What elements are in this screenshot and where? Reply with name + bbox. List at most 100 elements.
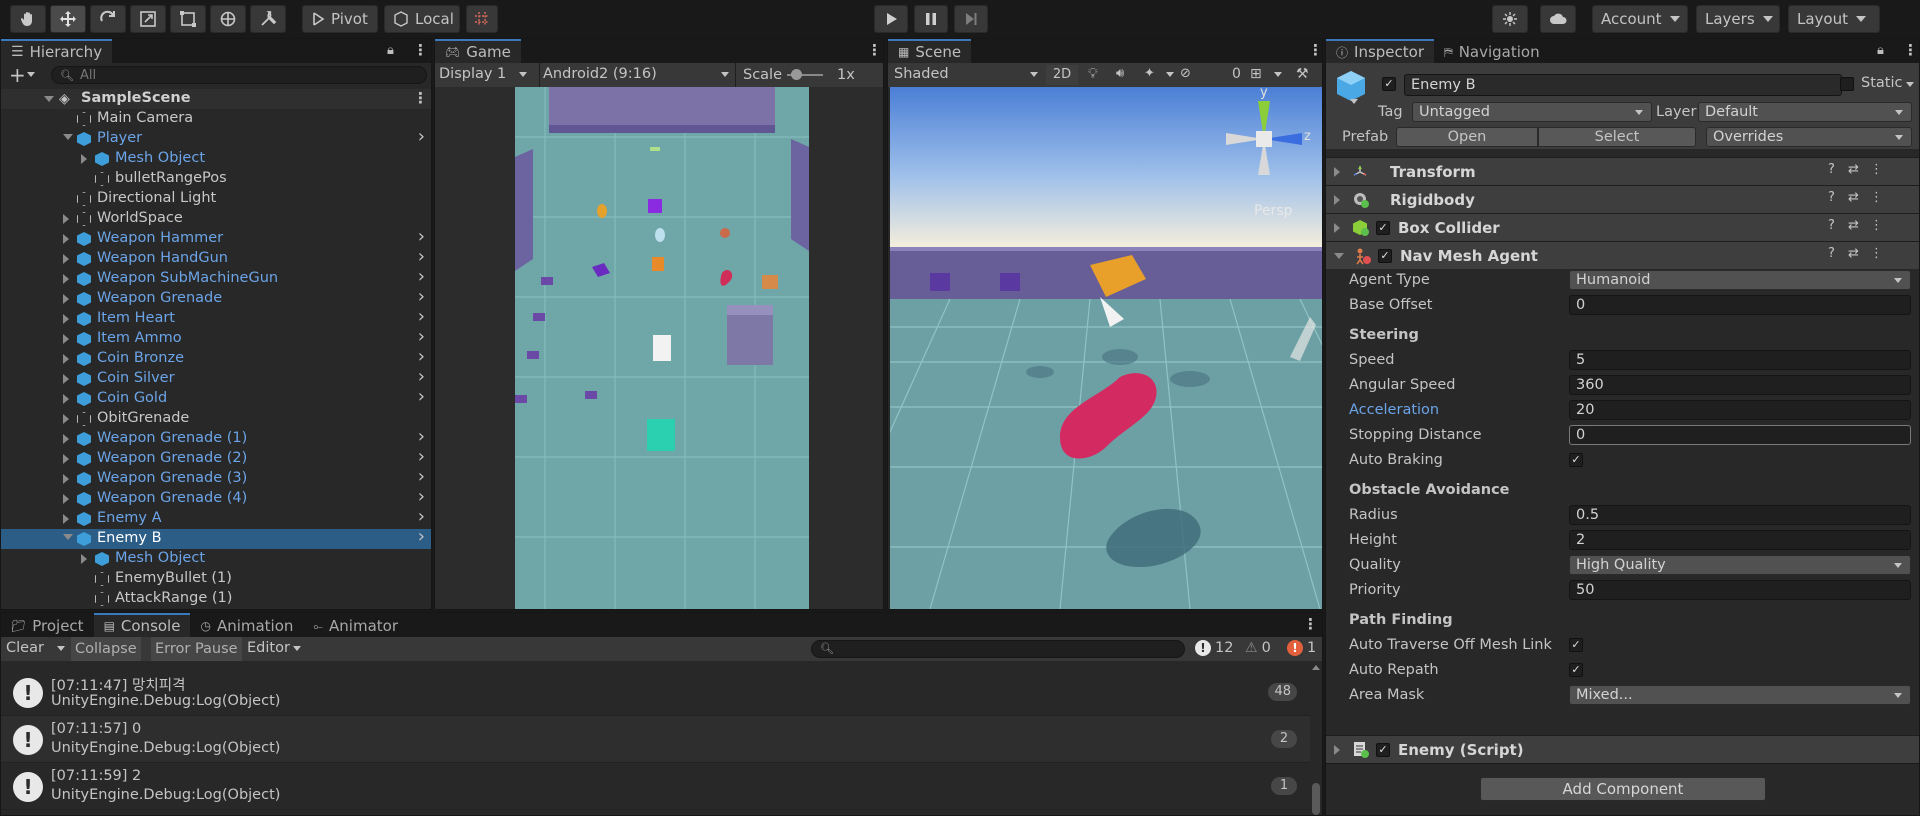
local-toggle[interactable]: Local [384,5,460,33]
hierarchy-item[interactable]: Directional Light [1,189,431,209]
expand-arrow-icon[interactable] [1334,744,1340,755]
audio-icon[interactable]: 🔊︎ [1116,66,1124,81]
chevron-down-icon[interactable] [1906,82,1914,87]
active-checkbox[interactable]: ✓ [1382,77,1396,91]
presets-icon[interactable]: ⇄ [1848,246,1859,261]
custom-tool-button[interactable] [250,5,286,33]
expand-arrow-icon[interactable] [63,414,69,424]
help-icon[interactable]: ? [1828,162,1835,177]
expand-arrow-icon[interactable] [63,474,69,484]
hierarchy-item[interactable]: Weapon Grenade (1) › [1,426,431,449]
hierarchy-item[interactable]: Mesh Object [1,149,431,169]
shading-dropdown[interactable]: Shaded [894,66,949,82]
open-prefab-chevron-icon[interactable]: › [418,346,425,367]
agent-type-dropdown[interactable]: Humanoid [1569,270,1911,290]
expand-arrow-icon[interactable] [63,314,69,324]
expand-arrow-icon[interactable] [1334,222,1340,233]
hierarchy-item[interactable]: Coin Bronze › [1,346,431,369]
tab-inspector[interactable]: ⓘ Inspector [1326,39,1434,63]
chevron-down-icon[interactable] [1274,72,1282,77]
collapse-arrow-icon[interactable] [1334,252,1344,259]
chevron-down-icon[interactable] [519,72,527,77]
help-icon[interactable]: ? [1828,190,1835,205]
expand-arrow-icon[interactable] [63,254,69,264]
prefab-select-button[interactable]: Select [1538,127,1696,147]
expand-arrow-icon[interactable] [63,234,69,244]
tools-icon[interactable]: ⚒ [1296,66,1309,82]
stopping-distance-input[interactable]: 0 [1569,425,1911,445]
expand-arrow-icon[interactable] [63,334,69,344]
warning-count-toggle[interactable]: ⚠ 0 [1245,640,1271,656]
hierarchy-item[interactable]: AttackRange (1) [1,589,431,609]
add-icon[interactable]: + [9,63,26,87]
gizmos-icon[interactable]: ⊞ [1250,66,1262,82]
scroll-up-icon[interactable] [1312,665,1320,670]
open-prefab-chevron-icon[interactable]: › [418,286,425,307]
hierarchy-item[interactable]: bulletRangePos [1,169,431,189]
chevron-down-icon[interactable] [1166,72,1174,77]
tab-animation[interactable]: ◷ Animation [190,613,304,637]
more-options-icon[interactable]: ⋮ [867,41,882,59]
hierarchy-item[interactable]: Weapon SubMachineGun › [1,266,431,289]
settings-button[interactable] [1492,5,1528,33]
tab-navigation[interactable]: ⛿ Navigation [1433,39,1550,63]
expand-arrow-icon[interactable] [81,154,87,164]
prefab-open-button[interactable]: Open [1396,127,1538,147]
more-options-icon[interactable]: ⋮ [413,41,428,59]
add-component-button[interactable]: Add Component [1480,777,1766,801]
tag-dropdown[interactable]: Untagged [1412,102,1652,122]
scrollbar-thumb[interactable] [1312,783,1320,815]
more-options-icon[interactable]: ⋮ [1303,615,1318,633]
aspect-dropdown[interactable]: Android2 (9:16) [539,66,725,82]
expand-arrow-icon[interactable] [63,214,69,224]
hierarchy-item[interactable]: Enemy A › [1,506,431,529]
presets-icon[interactable]: ⇄ [1848,162,1859,177]
more-options-icon[interactable]: ⋮ [1870,162,1883,177]
console-scrollbar[interactable] [1310,663,1322,815]
expand-arrow-icon[interactable] [63,374,69,384]
quality-dropdown[interactable]: High Quality [1569,555,1911,575]
nav-mesh-agent-enabled-checkbox[interactable]: ✓ [1378,248,1392,263]
open-prefab-chevron-icon[interactable]: › [418,306,425,327]
chevron-down-icon[interactable] [1350,99,1358,104]
height-input[interactable]: 2 [1569,530,1911,550]
radius-input[interactable]: 0.5 [1569,505,1911,525]
chevron-down-icon[interactable] [293,646,301,651]
more-options-icon[interactable]: ⋮ [413,89,428,107]
hierarchy-item[interactable]: Mesh Object [1,549,431,569]
lighting-icon[interactable]: 💡︎ [1088,66,1098,82]
projection-label[interactable]: Persp [1254,203,1293,219]
auto-traverse-checkbox[interactable]: ✓ [1569,638,1583,652]
tab-project[interactable]: 📁︎ Project [1,613,94,637]
more-options-icon[interactable]: ⋮ [1870,246,1883,261]
angular-speed-input[interactable]: 360 [1569,375,1911,395]
tab-hierarchy[interactable]: ☰ Hierarchy [1,39,113,63]
expand-arrow-icon[interactable] [63,454,69,464]
object-name-input[interactable]: Enemy B [1404,74,1842,96]
more-options-icon[interactable]: ⋮ [1308,41,1323,59]
rotate-tool-button[interactable] [90,5,126,33]
error-count-toggle[interactable]: ! 1 [1287,640,1316,656]
hierarchy-item[interactable]: Player › [1,126,431,149]
priority-input[interactable]: 50 [1569,580,1911,600]
expand-arrow-icon[interactable] [63,494,69,504]
hierarchy-item[interactable]: Weapon Hammer › [1,226,431,249]
chevron-down-icon[interactable] [57,646,65,651]
collapse-arrow-icon[interactable] [63,134,73,140]
open-prefab-chevron-icon[interactable]: › [418,466,425,487]
chevron-down-icon[interactable] [27,72,35,77]
hierarchy-item[interactable]: EnemyBullet (1) [1,569,431,589]
prefab-overrides-dropdown[interactable]: Overrides [1706,127,1912,147]
expand-arrow-icon[interactable] [1334,166,1340,177]
expand-arrow-icon[interactable] [63,394,69,404]
collapse-arrow-icon[interactable] [63,534,73,540]
layer-dropdown[interactable]: Default [1698,102,1912,122]
enemy-script-component-header[interactable]: ✓ Enemy (Script) [1326,735,1919,763]
open-prefab-chevron-icon[interactable]: › [418,526,425,547]
tab-game[interactable]: 🎮︎ Game [435,39,521,63]
presets-icon[interactable]: ⇄ [1848,218,1859,233]
console-log-entry[interactable]: ! [07:11:47] 망치피격 UnityEngine.Debug:Log(Ob… [1,669,1311,716]
open-prefab-chevron-icon[interactable]: › [418,486,425,507]
tab-animator[interactable]: ⟜ Animator [303,613,408,637]
area-mask-dropdown[interactable]: Mixed... [1569,685,1911,705]
